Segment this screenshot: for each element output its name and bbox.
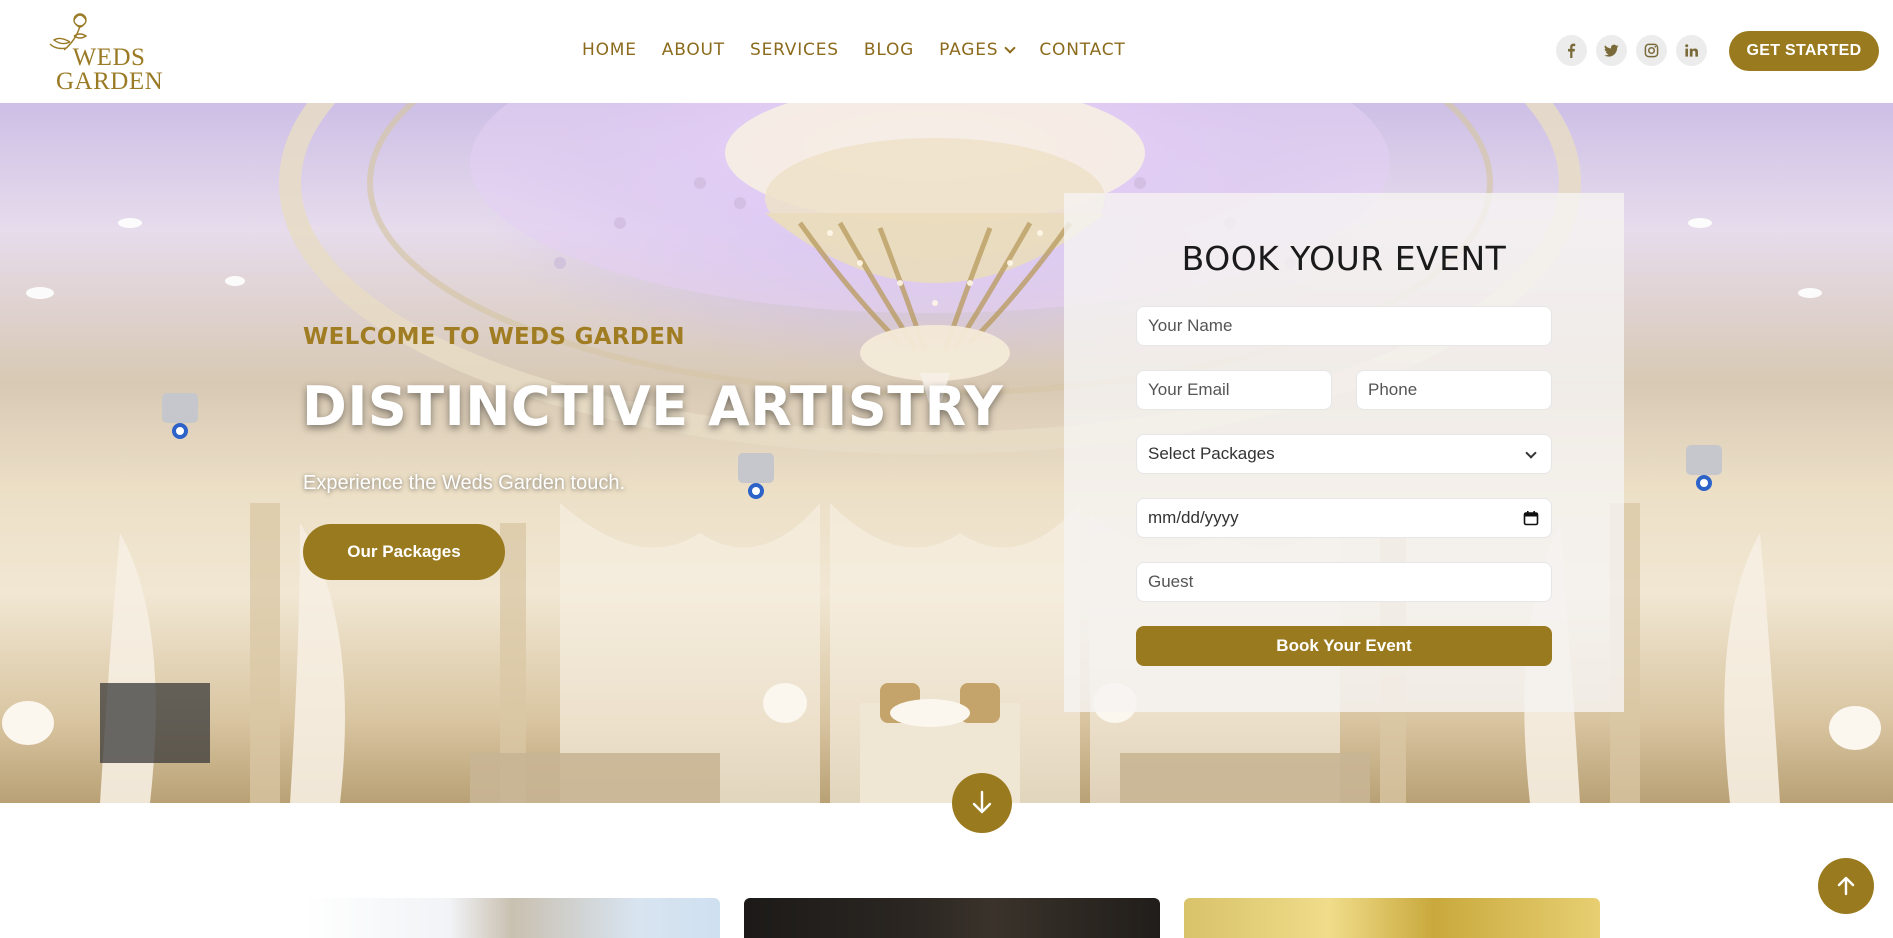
hero-banner: WELCOME TO WEDS GARDEN DISTINCTIVE ARTIS… [0, 103, 1893, 803]
guest-input[interactable]: Guest [1136, 562, 1552, 602]
nav-home[interactable]: HOME [582, 38, 637, 62]
hero-headline: DISTINCTIVE ARTISTRY [302, 375, 1004, 438]
our-packages-button[interactable]: Our Packages [303, 524, 505, 580]
back-to-top-button[interactable] [1818, 858, 1874, 914]
instagram-icon [1644, 43, 1659, 58]
package-select[interactable]: Select Packages [1136, 434, 1552, 474]
nav-services[interactable]: SERVICES [750, 38, 839, 62]
nav-pages[interactable]: PAGES [939, 38, 1017, 62]
twitter-link[interactable] [1596, 35, 1627, 66]
site-header: WEDS GARDEN HOME ABOUT SERVICES BLOG PAG… [0, 0, 1893, 103]
booking-title: BOOK YOUR EVENT [1181, 239, 1507, 278]
instagram-link[interactable] [1636, 35, 1667, 66]
twitter-icon [1604, 44, 1619, 57]
nav-about[interactable]: ABOUT [662, 38, 725, 62]
scroll-down-button[interactable] [952, 773, 1012, 833]
main-nav: HOME ABOUT SERVICES BLOG PAGES CONTACT [582, 38, 1151, 62]
arrow-up-icon [1837, 876, 1855, 896]
name-input[interactable]: Your Name [1136, 306, 1552, 346]
welcome-subtitle: WELCOME TO WEDS GARDEN [303, 324, 685, 350]
date-input[interactable]: mm/dd/yyyy [1136, 498, 1552, 538]
logo-text: WEDS GARDEN [56, 44, 164, 95]
nav-contact[interactable]: CONTACT [1039, 38, 1125, 62]
venue-card-image[interactable] [744, 898, 1160, 938]
phone-input[interactable]: Phone [1356, 370, 1552, 410]
nav-blog[interactable]: BLOG [864, 38, 914, 62]
facebook-link[interactable] [1556, 35, 1587, 66]
hero-subtext: Experience the Weds Garden touch. [303, 472, 626, 494]
chevron-down-icon [1525, 447, 1537, 459]
get-started-button[interactable]: GET STARTED [1729, 31, 1879, 71]
arrow-down-icon [972, 790, 992, 814]
linkedin-link[interactable] [1676, 35, 1707, 66]
calendar-icon[interactable] [1523, 510, 1539, 526]
email-input[interactable]: Your Email [1136, 370, 1332, 410]
social-links [1556, 35, 1707, 66]
venue-card-image[interactable] [304, 898, 720, 938]
chevron-down-icon [1004, 41, 1017, 54]
venue-card-image[interactable] [1184, 898, 1600, 938]
logo[interactable]: WEDS GARDEN [40, 6, 164, 96]
book-event-button[interactable]: Book Your Event [1136, 626, 1552, 666]
linkedin-icon [1685, 44, 1698, 57]
booking-form: BOOK YOUR EVENT Your Name Your Email Pho… [1064, 193, 1624, 712]
facebook-icon [1568, 43, 1576, 58]
